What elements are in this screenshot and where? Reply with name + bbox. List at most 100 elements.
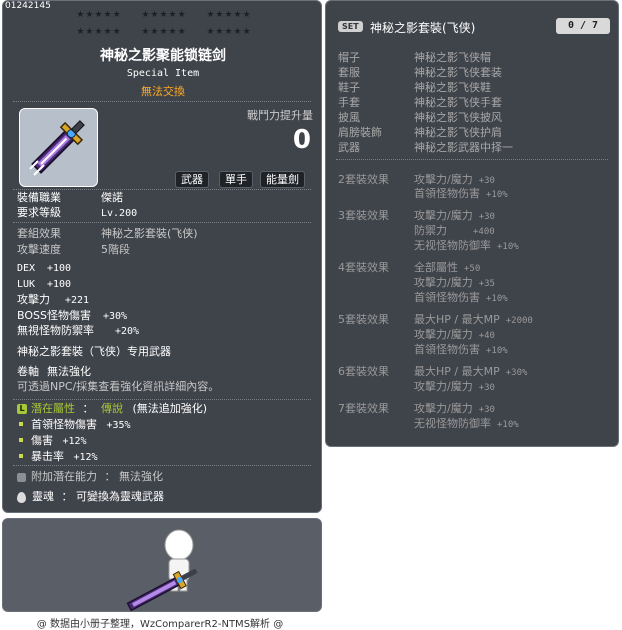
- effect-text: 首領怪物伤害: [414, 343, 480, 356]
- set-effect-label: 2套裝效果: [338, 173, 389, 186]
- effect-text: 最大HP / 最大MP: [414, 313, 500, 326]
- potential-line-label: 傷害: [31, 434, 53, 447]
- effect-text: 攻擊力/魔力: [414, 173, 473, 186]
- item-tooltip-panel: 01242145 ★★★★★ ★★★★★ ★★★★★ ★★★★★ ★★★★★ ★…: [2, 0, 322, 513]
- set-effect-line: 攻擊力/魔力 +30: [414, 402, 495, 416]
- energy-sword-icon: [29, 120, 85, 176]
- stat-row: BOSS怪物傷害 +30%: [17, 309, 127, 323]
- additional-potential-value: ： 無法強化: [104, 470, 164, 483]
- set-effect-label: 3套裝效果: [338, 209, 389, 222]
- potential-note: (無法追加強化): [132, 402, 208, 415]
- stat-value: +221: [65, 295, 90, 306]
- set-part-slot: 鞋子: [338, 81, 360, 94]
- potential-line: 首領怪物傷害 +35%: [17, 418, 131, 432]
- set-effect-label: 5套裝效果: [338, 313, 389, 326]
- attack-speed-row: 攻擊速度 5階段: [17, 243, 130, 257]
- star-group: ★★★★★: [76, 10, 122, 20]
- effect-text: 攻擊力/魔力: [414, 380, 473, 393]
- stat-label: DEX: [17, 263, 36, 274]
- set-part-name: 神秘之影武器中择一: [414, 141, 513, 154]
- star-group: ★★★★★: [206, 10, 252, 20]
- set-effect-line: 首領怪物伤害 +10%: [414, 343, 508, 357]
- set-effect-label: 4套裝效果: [338, 261, 389, 274]
- item-name: 神秘之影聚能锁链剑: [100, 48, 226, 64]
- effect-text: 攻擊力/魔力: [414, 328, 473, 341]
- set-part-row: 鞋子 神秘之影飞侠鞋: [338, 81, 491, 95]
- effect-value: +50: [464, 264, 481, 274]
- scroll-label: 卷軸: [17, 365, 39, 378]
- item-subtitle: Special Item: [126, 68, 200, 79]
- set-effect-line: 无视怪物防御率 +10%: [414, 239, 519, 253]
- job-label: 裝備職業: [17, 191, 61, 204]
- set-effect-line: 攻擊力/魔力 +30: [414, 209, 495, 223]
- stat-label: BOSS怪物傷害: [17, 309, 91, 322]
- set-effect-line: 攻擊力/魔力 +35: [414, 276, 495, 290]
- effect-text: 全部屬性: [414, 261, 458, 274]
- scroll-value: 無法強化: [47, 365, 91, 378]
- soul-flame-icon: [17, 491, 26, 503]
- effect-value: +10%: [486, 190, 508, 200]
- tag-weapon: 武器: [175, 171, 209, 188]
- set-effect-line: 攻擊力/魔力 +40: [414, 328, 495, 342]
- star-group: ★★★★★: [206, 27, 252, 37]
- combat-power-value: 0: [292, 125, 311, 155]
- stat-label: LUK: [17, 279, 36, 290]
- potential-line-value: +35%: [106, 420, 131, 431]
- set-effect-line: 防禦力 +400: [414, 224, 495, 238]
- trade-restriction: 無法交換: [141, 85, 185, 98]
- divider: [13, 222, 311, 223]
- set-part-row: 手套 神秘之影飞侠手套: [338, 96, 502, 110]
- stat-label: 攻擊力: [17, 293, 50, 306]
- star-force-row-1: ★★★★★ ★★★★★ ★★★★★: [71, 10, 257, 20]
- effect-text: 攻擊力/魔力: [414, 276, 473, 289]
- effect-text: 最大HP / 最大MP: [414, 365, 500, 378]
- set-part-row: 帽子 神秘之影飞侠帽: [338, 51, 491, 65]
- effect-value: +10%: [497, 420, 519, 430]
- footer-credit: @ 数据由小册子整理，WzComparerR2-NTMS解析 @: [36, 619, 284, 630]
- divider: [13, 101, 311, 102]
- potential-line: 傷害 +12%: [17, 434, 87, 448]
- stat-value: +20%: [115, 326, 140, 337]
- item-icon: [19, 108, 98, 187]
- set-effect-row: 套組效果 神秘之影套裝(飞侠): [17, 227, 198, 241]
- potential-rank: 傳說: [101, 402, 123, 415]
- set-effect-line: 最大HP / 最大MP +30%: [414, 365, 527, 379]
- character-avatar-icon: [126, 529, 198, 612]
- potential-separator: ：: [82, 402, 94, 415]
- star-group: ★★★★★: [141, 27, 187, 37]
- effect-value: +30: [478, 212, 495, 222]
- level-value: Lv.200: [101, 208, 138, 219]
- set-part-name: 神秘之影飞侠手套: [414, 96, 502, 109]
- soul-value: ： 可變換為靈魂武器: [61, 490, 165, 503]
- stat-value: +100: [47, 279, 72, 290]
- attack-speed-label: 攻擊速度: [17, 243, 61, 256]
- set-name: 神秘之影套裝(飞侠): [370, 21, 476, 35]
- effect-text: 无视怪物防御率: [414, 417, 491, 430]
- effect-text: 攻擊力/魔力: [414, 209, 473, 222]
- divider: [13, 465, 311, 466]
- effect-value: +10%: [486, 346, 508, 356]
- stat-label: 無視怪物防禦率: [17, 324, 94, 337]
- set-effect-label: 套組效果: [17, 227, 61, 240]
- set-part-slot: 套服: [338, 66, 360, 79]
- set-part-name: 神秘之影飞侠帽: [414, 51, 491, 64]
- character-preview-panel: [2, 518, 322, 612]
- potential-line-label: 首領怪物傷害: [31, 418, 97, 431]
- stat-row: 攻擊力 +221: [17, 293, 89, 307]
- effect-value: +35: [478, 279, 495, 289]
- effect-value: +30: [478, 176, 495, 186]
- set-effect-line: 首領怪物伤害 +10%: [414, 187, 508, 201]
- level-label: 要求等級: [17, 206, 61, 219]
- legendary-potential-icon: L: [17, 404, 27, 414]
- scroll-hint: 可透過NPC/採集查看強化資訊詳細內容。: [17, 380, 220, 393]
- divider: [13, 399, 311, 400]
- set-effect-value: 神秘之影套裝(飞侠): [101, 227, 198, 240]
- job-row: 裝備職業 傑諾: [17, 191, 123, 205]
- level-row: 要求等級 Lv.200: [17, 206, 137, 220]
- star-force-row-2: ★★★★★ ★★★★★ ★★★★★: [71, 27, 257, 37]
- effect-text: 无视怪物防御率: [414, 239, 491, 252]
- effect-value: +10%: [497, 242, 519, 252]
- attack-speed-value: 5階段: [101, 243, 130, 256]
- set-effect-line: 最大HP / 最大MP +2000: [414, 313, 533, 327]
- set-part-name: 神秘之影飞侠套装: [414, 66, 502, 79]
